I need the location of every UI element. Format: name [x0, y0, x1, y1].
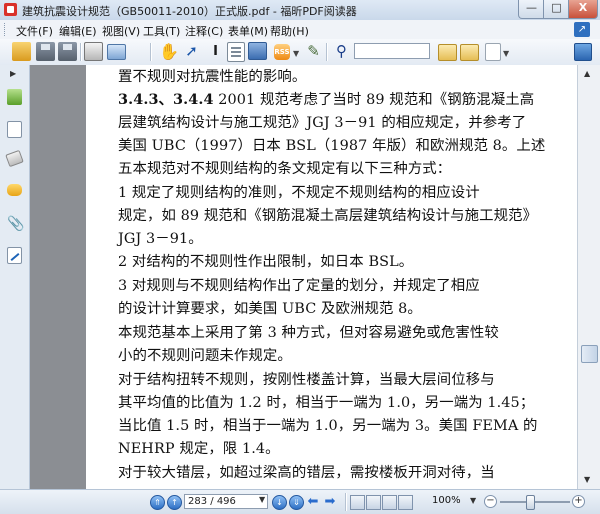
toolbar-separator [80, 43, 82, 61]
text-line: JGJ 3－91。 [118, 231, 203, 247]
save-icon[interactable] [36, 42, 55, 61]
maximize-button[interactable]: □ [543, 0, 570, 19]
open-folder-icon[interactable] [12, 42, 31, 61]
text-line: 小的不规则问题未作规定。 [118, 348, 292, 364]
page-icon[interactable] [227, 42, 245, 62]
menu-help[interactable]: 帮助(H) [270, 23, 309, 39]
layers-icon[interactable] [5, 149, 24, 168]
pages-icon[interactable] [7, 121, 22, 138]
find-options-dropdown-icon[interactable]: ▼ [503, 49, 509, 58]
text-line: 规定，如 89 规范和《钢筋混凝土高层建筑结构设计与施工规范》 [118, 208, 538, 224]
rss-icon[interactable]: RSS [274, 44, 290, 60]
text-line: 2 对结构的不规则性作出限制，如日本 BSL。 [118, 254, 414, 270]
previous-page-icon[interactable]: ↑ [167, 495, 182, 510]
menu-view[interactable]: 视图(V) [102, 23, 140, 39]
text-line: 对于结构扭转不规则，按刚性楼盖计算，当最大层间位移与 [118, 372, 495, 388]
page-number-input[interactable]: 283 / 496 [184, 494, 268, 509]
forward-icon[interactable]: ➡ [322, 494, 338, 509]
status-bar: ⇑ ↑ 283 / 496 ▼ ↓ ⇓ ⬅ ➡ 100% ▼ − + [0, 489, 600, 514]
side-panel-icon[interactable] [574, 43, 592, 61]
minimize-button[interactable]: — [518, 0, 545, 19]
title-bar: 建筑抗震设计规范（GB50011-2010）正式版.pdf - 福昕PDF阅读器… [0, 0, 600, 21]
menu-grip[interactable] [4, 23, 8, 36]
menu-form[interactable]: 表单(M) [228, 23, 268, 39]
facing-view-icon[interactable] [382, 495, 397, 510]
text-line: 层建筑结构设计与施工规范》JGJ 3－91 的相应规定，并参考了 [118, 115, 527, 131]
toolbar-separator [150, 43, 152, 61]
find-options-icon[interactable] [485, 43, 501, 61]
first-page-icon[interactable]: ⇑ [150, 495, 165, 510]
text-line: 置不规则对抗震性能的影响。 [118, 69, 307, 85]
snapshot-icon[interactable] [248, 42, 267, 60]
document-view[interactable]: 置不规则对抗震性能的影响。 3.4.3、3.4.4 2001 规范考虑了当时 8… [30, 65, 577, 489]
text-line: 的设计计算要求，如美国 UBC 及欧洲规范 8。 [118, 301, 422, 317]
foxit-app-icon [4, 3, 17, 16]
text-line: 3 对规则与不规则结构作出了定量的划分，并规定了相应 [118, 278, 480, 294]
menu-file[interactable]: 文件(F) [16, 23, 53, 39]
search-input[interactable] [354, 43, 430, 59]
expand-icon[interactable]: ↗ [574, 22, 590, 37]
status-separator [345, 493, 347, 511]
vertical-scrollbar[interactable]: ▲ ▼ [577, 65, 600, 489]
back-icon[interactable]: ⬅ [305, 494, 321, 509]
menu-bar: 文件(F) 编辑(E) 视图(V) 工具(T) 注释(C) 表单(M) 帮助(H… [0, 20, 600, 40]
save-as-icon[interactable] [58, 42, 77, 61]
pdf-page: 置不规则对抗震性能的影响。 3.4.3、3.4.4 2001 规范考虑了当时 8… [86, 65, 577, 489]
find-previous-icon[interactable] [438, 44, 457, 61]
text-line: 本规范基本上采用了第 3 种方式，但对容易避免或危害性较 [118, 325, 499, 341]
zoom-in-icon[interactable]: + [572, 495, 585, 508]
select-tool-icon[interactable]: ➚ [182, 42, 201, 61]
attachment-icon[interactable]: 📎 [7, 216, 24, 232]
find-next-icon[interactable] [460, 44, 479, 61]
comments-icon[interactable] [7, 184, 22, 196]
text-line: 1 规定了规则结构的准则，不规定不规则结构的相应设计 [118, 185, 480, 201]
print-icon[interactable] [84, 42, 103, 61]
text-line: 对于较大错层，如超过梁高的错层，需按楼板开洞对待，当 [118, 465, 495, 481]
text-line: 美国 UBC（1997）日本 BSL（1987 年版）和欧洲规范 8。上述 [118, 138, 546, 154]
text-line: 其平均值的比值为 1.2 时，相当于一端为 1.0，另一端为 1.45； [118, 395, 535, 411]
last-page-icon[interactable]: ⇓ [289, 495, 304, 510]
continuous-view-icon[interactable] [366, 495, 381, 510]
scroll-down-icon[interactable]: ▼ [584, 475, 590, 484]
fullscreen-icon[interactable] [107, 44, 126, 60]
signature-icon[interactable] [7, 247, 22, 264]
zoom-level[interactable]: 100% [432, 495, 461, 506]
text-line: 3.4.3、3.4.4 2001 规范考虑了当时 89 规范和《钢筋混凝土高 [118, 91, 535, 108]
bookmarks-icon[interactable] [7, 89, 22, 105]
zoom-out-icon[interactable]: − [484, 495, 497, 508]
menu-tools[interactable]: 工具(T) [143, 23, 180, 39]
menu-edit[interactable]: 编辑(E) [59, 23, 97, 39]
zoom-slider-thumb[interactable] [526, 495, 535, 510]
pen-tool-icon[interactable]: ✎ [304, 42, 323, 61]
rss-dropdown-icon[interactable]: ▼ [293, 49, 299, 58]
next-page-icon[interactable]: ↓ [272, 495, 287, 510]
close-button[interactable]: X [568, 0, 598, 19]
text-line: NEHRP 规定，限 1.4。 [118, 441, 280, 457]
binoculars-icon[interactable]: ⚲ [332, 42, 351, 61]
toolbar: ✋ ➚ I RSS ▼ ✎ ⚲ ▼ [0, 39, 600, 66]
text-line: 当比值 1.5 时，相当于一端为 1.0，另一端为 3。美国 FEMA 的 [118, 418, 538, 434]
zoom-slider-track[interactable] [500, 501, 570, 503]
menu-comment[interactable]: 注释(C) [185, 23, 223, 39]
sidebar-expand-icon[interactable]: ▶ [10, 69, 16, 78]
continuous-facing-view-icon[interactable] [398, 495, 413, 510]
window-title: 建筑抗震设计规范（GB50011-2010）正式版.pdf - 福昕PDF阅读器 [22, 5, 357, 18]
zoom-dropdown-icon[interactable]: ▼ [470, 496, 476, 505]
text-line: 五本规范对不规则结构的条文规定有以下三种方式： [118, 161, 452, 177]
text-select-icon[interactable]: I [206, 42, 225, 61]
scroll-up-icon[interactable]: ▲ [584, 69, 590, 78]
single-page-view-icon[interactable] [350, 495, 365, 510]
navigation-sidebar: ▶ 📎 [0, 65, 30, 489]
page-dropdown-icon[interactable]: ▼ [259, 495, 265, 504]
toolbar-separator [326, 43, 328, 61]
hand-tool-icon[interactable]: ✋ [159, 42, 179, 61]
scroll-thumb[interactable] [581, 345, 598, 363]
